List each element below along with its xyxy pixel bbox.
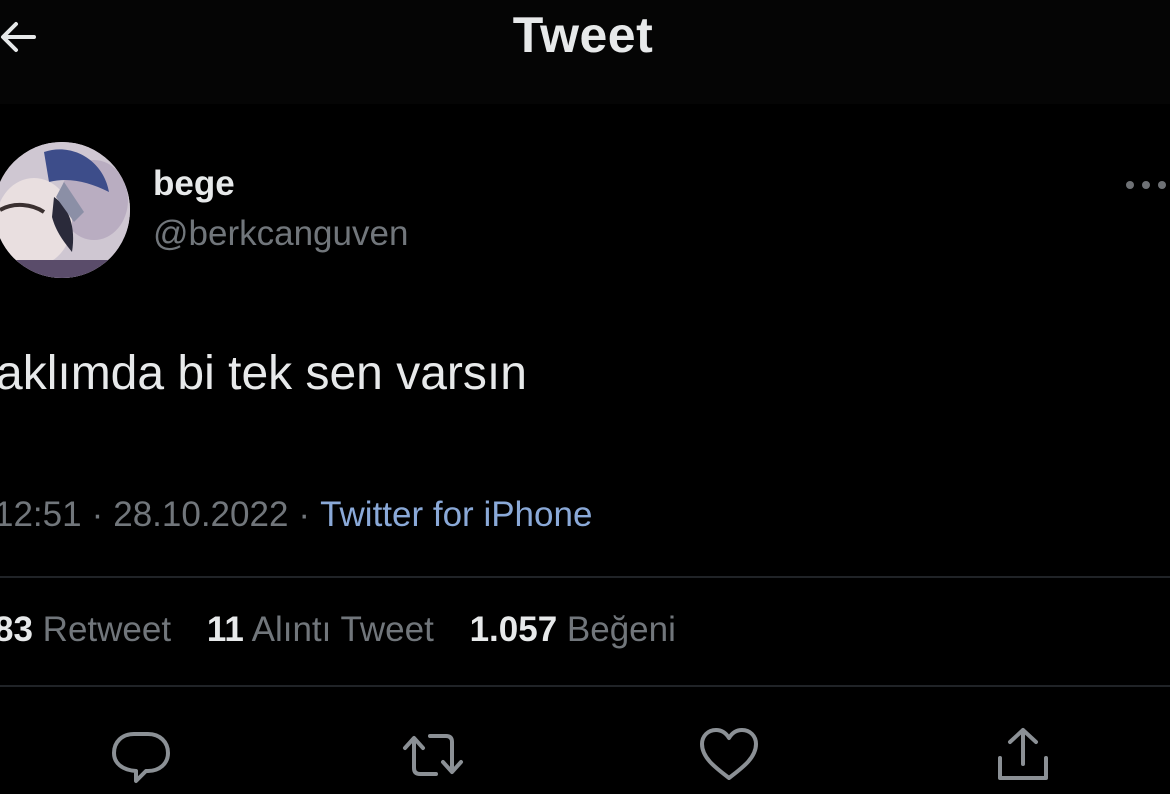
share-icon — [998, 728, 1048, 780]
likes-label: Beğeni — [566, 610, 676, 649]
tweet-stats: 83 Retweet 11 Alıntı Tweet 1.057 Beğeni — [0, 610, 702, 650]
reply-button[interactable] — [108, 722, 174, 788]
tweet-meta: 12:51 · 28.10.2022 · Twitter for iPhone — [0, 495, 592, 535]
more-horizontal-icon — [1126, 181, 1134, 189]
like-button[interactable] — [696, 722, 762, 788]
tweet-detail-screen: Tweet bege @berkcanguven aklımda bi tek … — [0, 0, 1170, 794]
meta-separator: · — [298, 495, 311, 534]
top-bar: Tweet — [0, 0, 1170, 104]
reply-icon — [112, 732, 170, 783]
retweets-count: 83 — [0, 610, 33, 649]
meta-separator: · — [91, 495, 104, 534]
retweets-stat[interactable]: 83 Retweet — [0, 610, 171, 649]
page-title: Tweet — [0, 6, 1170, 64]
tweet-text: aklımda bi tek sen varsın — [0, 347, 527, 400]
likes-stat[interactable]: 1.057 Beğeni — [470, 610, 676, 649]
divider — [0, 576, 1170, 578]
avatar-image — [0, 142, 130, 278]
retweet-icon — [403, 734, 463, 776]
display-name[interactable]: bege — [153, 164, 235, 204]
page-title-text: Tweet — [512, 7, 654, 63]
tweet-date: 28.10.2022 — [113, 495, 289, 534]
more-horizontal-icon-dot — [1158, 181, 1166, 189]
tweet-time: 12:51 — [0, 495, 82, 534]
more-options-button[interactable] — [1118, 172, 1170, 198]
quotes-stat[interactable]: 11 Alıntı Tweet — [207, 610, 434, 649]
likes-count: 1.057 — [469, 610, 558, 649]
retweet-button[interactable] — [400, 722, 466, 788]
quotes-count: 11 — [206, 610, 244, 649]
more-horizontal-icon-dot — [1142, 181, 1150, 189]
user-handle[interactable]: @berkcanguven — [153, 214, 408, 254]
tweet-source-link[interactable]: Twitter for iPhone — [320, 495, 592, 534]
heart-icon — [700, 728, 758, 780]
share-button[interactable] — [990, 722, 1056, 788]
quotes-label: Alıntı Tweet — [251, 610, 434, 649]
retweets-label: Retweet — [42, 610, 172, 649]
avatar[interactable] — [0, 142, 130, 278]
divider — [0, 685, 1170, 687]
